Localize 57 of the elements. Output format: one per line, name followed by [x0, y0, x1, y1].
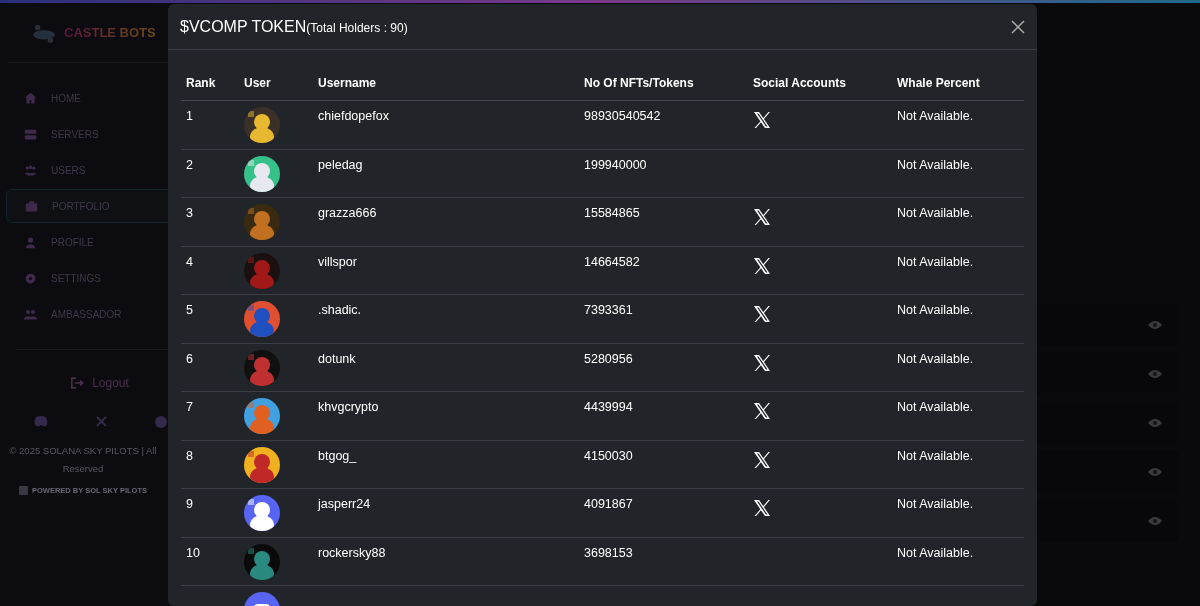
whale-percent-cell: Not Available. — [892, 488, 1024, 537]
whale-percent-cell: Not Available. — [892, 537, 1024, 586]
footer-text: Reserved — [61, 462, 105, 477]
whale-percent-cell: Not Available. — [892, 343, 1024, 392]
nav-label: PROFILE — [51, 235, 94, 250]
amount-cell: 199940000 — [579, 149, 748, 198]
nav-label: AMBASSADOR — [51, 307, 122, 322]
modal-title: $VCOMP TOKEN — [180, 16, 307, 37]
username-cell: khvgcrypto — [313, 391, 579, 440]
username-cell: dotunk — [313, 343, 579, 392]
nav-label: HOME — [51, 91, 81, 106]
username-cell: .shadic. — [313, 294, 579, 343]
amount-cell: 98930540542 — [579, 100, 748, 149]
column-header: Username — [313, 66, 579, 101]
amount-cell: 14664582 — [579, 246, 748, 295]
username-cell: chiefdopefox — [313, 100, 579, 149]
username-cell: jasperr24 — [313, 488, 579, 537]
rank-cell: 9 — [181, 488, 239, 537]
amount-cell: 5280956 — [579, 343, 748, 392]
rank-cell: 7 — [181, 391, 239, 440]
nav-label: USERS — [51, 163, 86, 178]
amount-cell: 3698153 — [579, 537, 748, 586]
column-header: Social Accounts — [748, 66, 892, 101]
column-header: Rank — [181, 66, 239, 101]
holders-count: (Total Holders : 90) — [306, 19, 408, 37]
whale-percent-cell: Not Available. — [892, 149, 1024, 198]
footer-text: © 2025 SOLANA SKY PILOTS | All — [8, 444, 158, 458]
whale-percent-cell: Not Available. — [892, 294, 1024, 343]
rank-cell: 1 — [181, 100, 239, 149]
nav-label: SERVERS — [51, 127, 99, 142]
column-header: User — [239, 66, 313, 101]
amount-cell: 4150030 — [579, 440, 748, 489]
username-cell: peledag — [313, 149, 579, 198]
username-cell: rockersky88 — [313, 537, 579, 586]
whale-percent-cell: Not Available. — [892, 440, 1024, 489]
logout-label: Logout — [92, 375, 129, 392]
rank-cell: 8 — [181, 440, 239, 489]
amount-cell: 4091867 — [579, 488, 748, 537]
whale-percent-cell: Not Available. — [892, 197, 1024, 246]
rank-cell: 6 — [181, 343, 239, 392]
column-header: No Of NFTs/Tokens — [579, 66, 748, 101]
rank-cell: 4 — [181, 246, 239, 295]
username-cell: grazza666 — [313, 197, 579, 246]
rank-cell: 2 — [181, 149, 239, 198]
rank-cell: 3 — [181, 197, 239, 246]
amount-cell: 15584865 — [579, 197, 748, 246]
username-cell: btgog_ — [313, 440, 579, 489]
whale-percent-cell: Not Available. — [892, 246, 1024, 295]
username-cell: villspor — [313, 246, 579, 295]
whale-percent-cell: Not Available. — [892, 100, 1024, 149]
amount-cell: 4439994 — [579, 391, 748, 440]
whale-percent-cell: Not Available. — [892, 391, 1024, 440]
amount-cell: 7393361 — [579, 294, 748, 343]
rank-cell: 5 — [181, 294, 239, 343]
nav-label: SETTINGS — [51, 271, 101, 286]
rank-cell: 10 — [181, 537, 239, 586]
column-header: Whale Percent — [892, 66, 1024, 101]
